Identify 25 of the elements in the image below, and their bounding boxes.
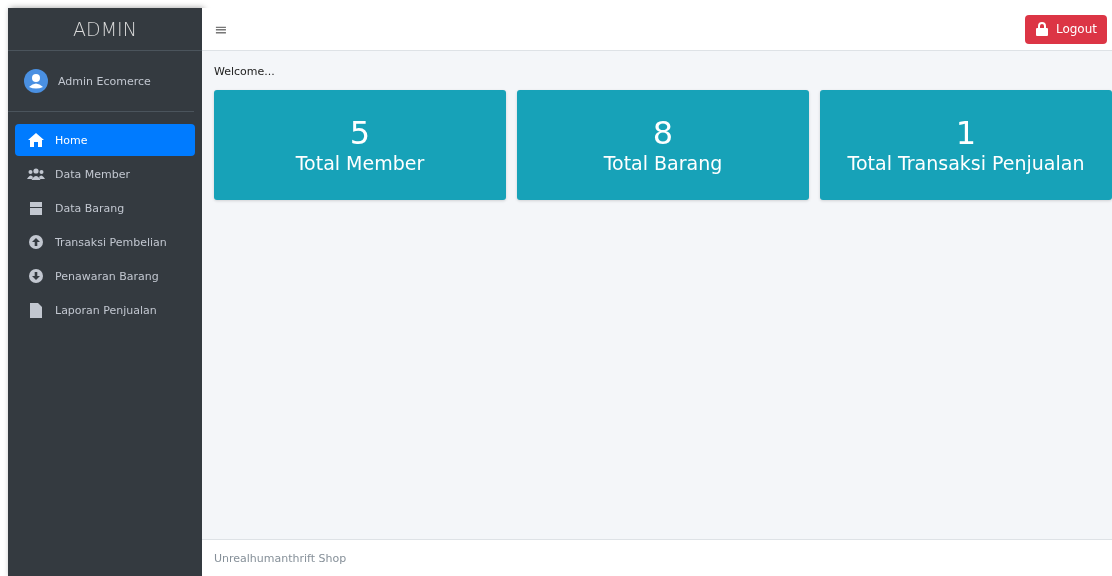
footer-text: Unrealhumanthrift Shop (202, 539, 1112, 576)
sidebar-item[interactable]: Penawaran Barang (15, 260, 195, 292)
stat-value: 1 (955, 116, 977, 152)
users-icon (27, 168, 45, 180)
sidebar-item[interactable]: Transaksi Pembelian (15, 226, 195, 258)
sidebar-item[interactable]: Data Member (15, 158, 195, 190)
stat-value: 5 (349, 116, 371, 152)
user-name: Admin Ecomerce (58, 74, 151, 88)
sidebar-item[interactable]: Home (15, 124, 195, 156)
welcome-text: Welcome... (214, 65, 276, 78)
stat-label: Total Transaksi Penjualan (847, 151, 1085, 174)
user-avatar-icon (24, 69, 48, 93)
arrow-up-circle-icon (27, 235, 45, 249)
lock-icon (1035, 22, 1048, 36)
stat-label: Total Barang (603, 151, 723, 174)
stat-label: Total Member (295, 151, 425, 174)
house-icon (27, 133, 45, 147)
sidebar-item[interactable]: Data Barang (15, 192, 195, 224)
box-icon (27, 201, 45, 215)
menu-icon[interactable]: ≡ (214, 19, 228, 39)
sidebar-item[interactable]: Laporan Penjualan (15, 294, 195, 326)
logout-button[interactable]: Logout (1024, 14, 1107, 44)
file-icon (27, 302, 45, 318)
arrow-down-circle-icon (27, 269, 45, 283)
stat-value: 8 (652, 116, 674, 152)
